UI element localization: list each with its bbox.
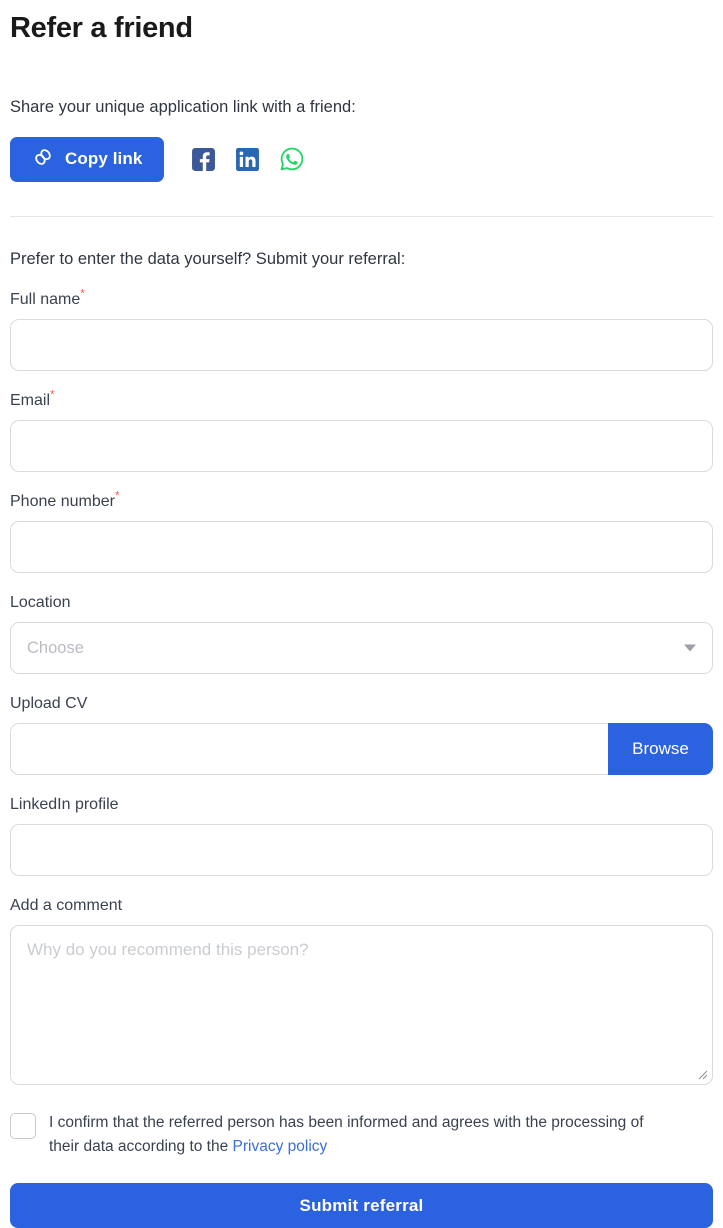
submit-referral-button[interactable]: Submit referral <box>10 1183 713 1228</box>
phone-number-label-text: Phone number <box>10 493 115 510</box>
browse-button[interactable]: Browse <box>608 723 713 775</box>
add-a-comment-label-text: Add a comment <box>10 897 123 914</box>
upload-cv-label: Upload CV <box>10 694 713 714</box>
share-actions-row: Copy link <box>10 136 713 182</box>
consent-row: I confirm that the referred person has b… <box>10 1111 713 1159</box>
phone-number-label: Phone number* <box>10 488 713 512</box>
email-label-text: Email <box>10 392 51 409</box>
refer-a-friend-page: Refer a friend Share your unique applica… <box>0 0 723 1228</box>
location-select[interactable]: Choose <box>10 622 713 674</box>
field-upload-cv: Upload CV Browse <box>10 694 713 775</box>
comment-textarea-wrapper <box>10 925 713 1085</box>
copy-link-label: Copy link <box>65 149 143 168</box>
link-chain-icon <box>32 146 54 173</box>
email-label: Email* <box>10 387 713 411</box>
linkedin-profile-label-text: LinkedIn profile <box>10 796 119 813</box>
social-share-icons <box>191 146 305 172</box>
page-title: Refer a friend <box>10 12 193 44</box>
consent-text-body: I confirm that the referred person has b… <box>49 1114 644 1155</box>
comment-textarea[interactable] <box>10 925 713 1085</box>
field-linkedin-profile: LinkedIn profile <box>10 795 713 876</box>
copy-link-button[interactable]: Copy link <box>10 136 165 182</box>
upload-cv-input[interactable] <box>10 723 608 775</box>
location-label-text: Location <box>10 594 71 611</box>
email-input[interactable] <box>10 420 713 472</box>
full-name-label: Full name* <box>10 286 713 310</box>
form-intro: Prefer to enter the data yourself? Submi… <box>10 250 406 268</box>
location-label: Location <box>10 593 713 613</box>
field-email: Email* <box>10 387 713 472</box>
field-add-a-comment: Add a comment <box>10 896 713 1085</box>
phone-number-input[interactable] <box>10 521 713 573</box>
add-a-comment-label: Add a comment <box>10 896 713 916</box>
required-asterisk: * <box>114 488 120 503</box>
upload-cv-row: Browse <box>10 723 713 775</box>
field-phone-number: Phone number* <box>10 488 713 573</box>
required-asterisk: * <box>80 286 85 301</box>
section-divider <box>10 216 713 217</box>
linkedin-share-icon[interactable] <box>235 147 260 172</box>
required-asterisk: * <box>50 387 55 402</box>
whatsapp-share-icon[interactable] <box>279 146 305 172</box>
location-select-wrapper: Choose <box>10 622 713 674</box>
field-location: Location Choose <box>10 593 713 674</box>
facebook-share-icon[interactable] <box>191 147 216 172</box>
consent-checkbox[interactable] <box>10 1113 36 1139</box>
privacy-policy-link[interactable]: Privacy policy <box>233 1138 328 1155</box>
location-selected-value: Choose <box>27 638 84 657</box>
linkedin-profile-input[interactable] <box>10 824 713 876</box>
full-name-label-text: Full name <box>10 291 81 308</box>
full-name-input[interactable] <box>10 319 713 371</box>
upload-cv-label-text: Upload CV <box>10 695 88 712</box>
field-full-name: Full name* <box>10 286 713 371</box>
linkedin-profile-label: LinkedIn profile <box>10 795 713 815</box>
consent-text: I confirm that the referred person has b… <box>49 1111 649 1159</box>
share-prompt: Share your unique application link with … <box>10 98 356 116</box>
